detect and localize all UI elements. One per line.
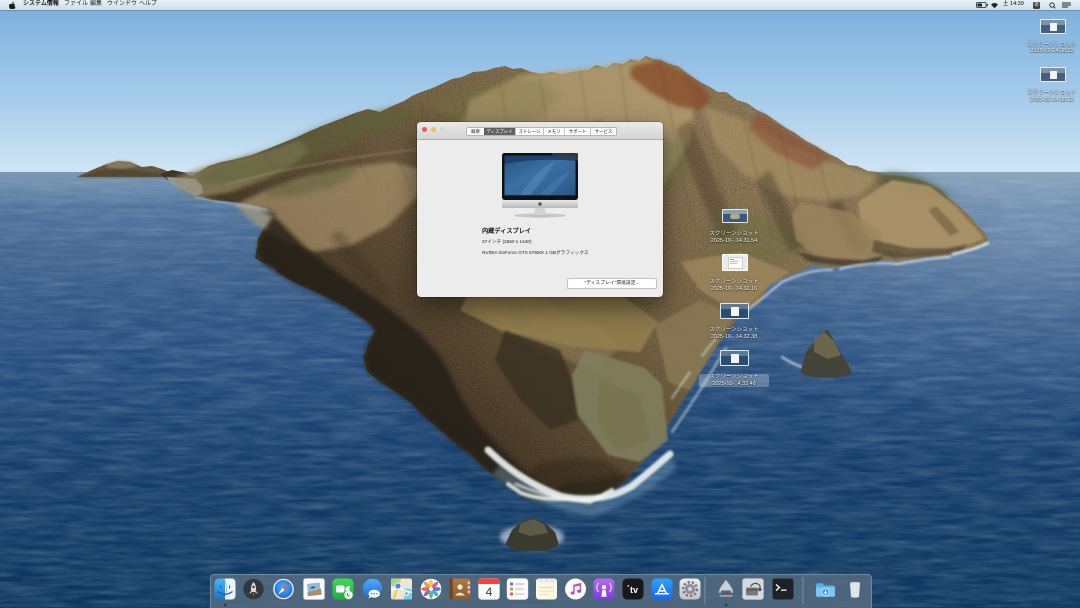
svg-text:tv: tv <box>630 585 638 595</box>
svg-text:4: 4 <box>486 585 493 599</box>
